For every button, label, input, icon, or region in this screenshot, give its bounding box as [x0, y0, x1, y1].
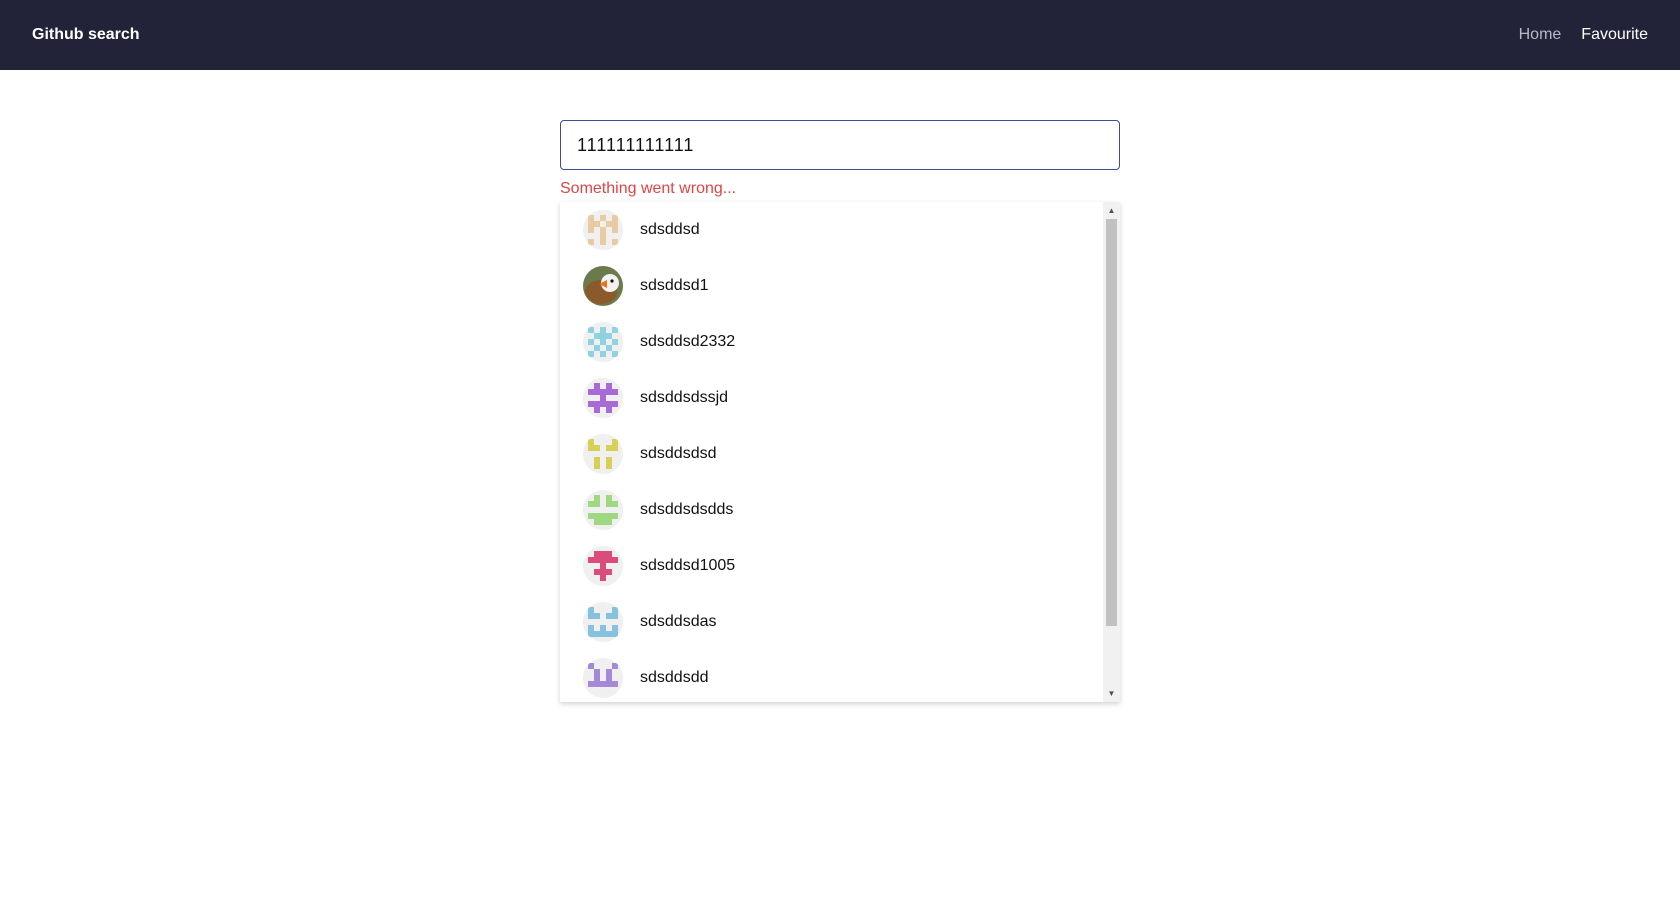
- search-input[interactable]: [560, 120, 1120, 170]
- result-username: sdsddsd: [640, 221, 700, 238]
- scroll-thumb[interactable]: [1106, 219, 1117, 626]
- result-item[interactable]: sdsddsdd: [560, 650, 1104, 702]
- identicon-avatar-icon: [583, 658, 623, 698]
- nav-link-favourite[interactable]: Favourite: [1581, 26, 1648, 44]
- result-username: sdsddsd2332: [640, 333, 736, 350]
- result-username: sdsddsdssjd: [640, 389, 729, 406]
- top-navbar: Github search Home Favourite: [0, 0, 1680, 70]
- result-item[interactable]: sdsddsdas: [560, 594, 1104, 650]
- identicon-avatar-icon: [583, 322, 623, 362]
- result-item[interactable]: sdsddsd: [560, 202, 1104, 258]
- scroll-down-arrow-icon[interactable]: ▼: [1103, 685, 1120, 702]
- result-item[interactable]: sdsddsdssjd: [560, 370, 1104, 426]
- scroll-up-arrow-icon[interactable]: ▲: [1103, 202, 1120, 219]
- result-username: sdsddsdsdds: [640, 501, 734, 518]
- result-item[interactable]: sdsddsdsdds: [560, 482, 1104, 538]
- identicon-avatar-icon: [583, 378, 623, 418]
- result-username: sdsddsdsd: [640, 445, 717, 462]
- result-item[interactable]: sdsddsd1: [560, 258, 1104, 314]
- results-list: sdsddsd sdsddsd1 sdsddsd2332 sdsddsdssjd sds…: [560, 202, 1104, 702]
- identicon-avatar-icon: [583, 434, 623, 474]
- result-item[interactable]: sdsddsd1005: [560, 538, 1104, 594]
- search-results-dropdown: sdsddsd sdsddsd1 sdsddsd2332 sdsddsdssjd sds…: [560, 202, 1120, 702]
- result-username: sdsddsdd: [640, 669, 709, 686]
- search-container: [560, 120, 1120, 170]
- identicon-avatar-icon: [583, 602, 623, 642]
- nav-link-home[interactable]: Home: [1519, 26, 1562, 44]
- identicon-avatar-icon: [583, 546, 623, 586]
- scrollbar[interactable]: ▲ ▼: [1103, 202, 1120, 702]
- user-photo-avatar-icon: [583, 266, 623, 306]
- identicon-avatar-icon: [583, 490, 623, 530]
- identicon-avatar-icon: [583, 210, 623, 250]
- result-username: sdsddsd1: [640, 277, 709, 294]
- result-item[interactable]: sdsddsdsd: [560, 426, 1104, 482]
- result-username: sdsddsd1005: [640, 557, 736, 574]
- app-brand[interactable]: Github search: [32, 26, 140, 44]
- result-username: sdsddsdas: [640, 613, 717, 630]
- error-message: Something went wrong...: [560, 180, 737, 197]
- nav-links: Home Favourite: [1519, 26, 1648, 44]
- result-item[interactable]: sdsddsd2332: [560, 314, 1104, 370]
